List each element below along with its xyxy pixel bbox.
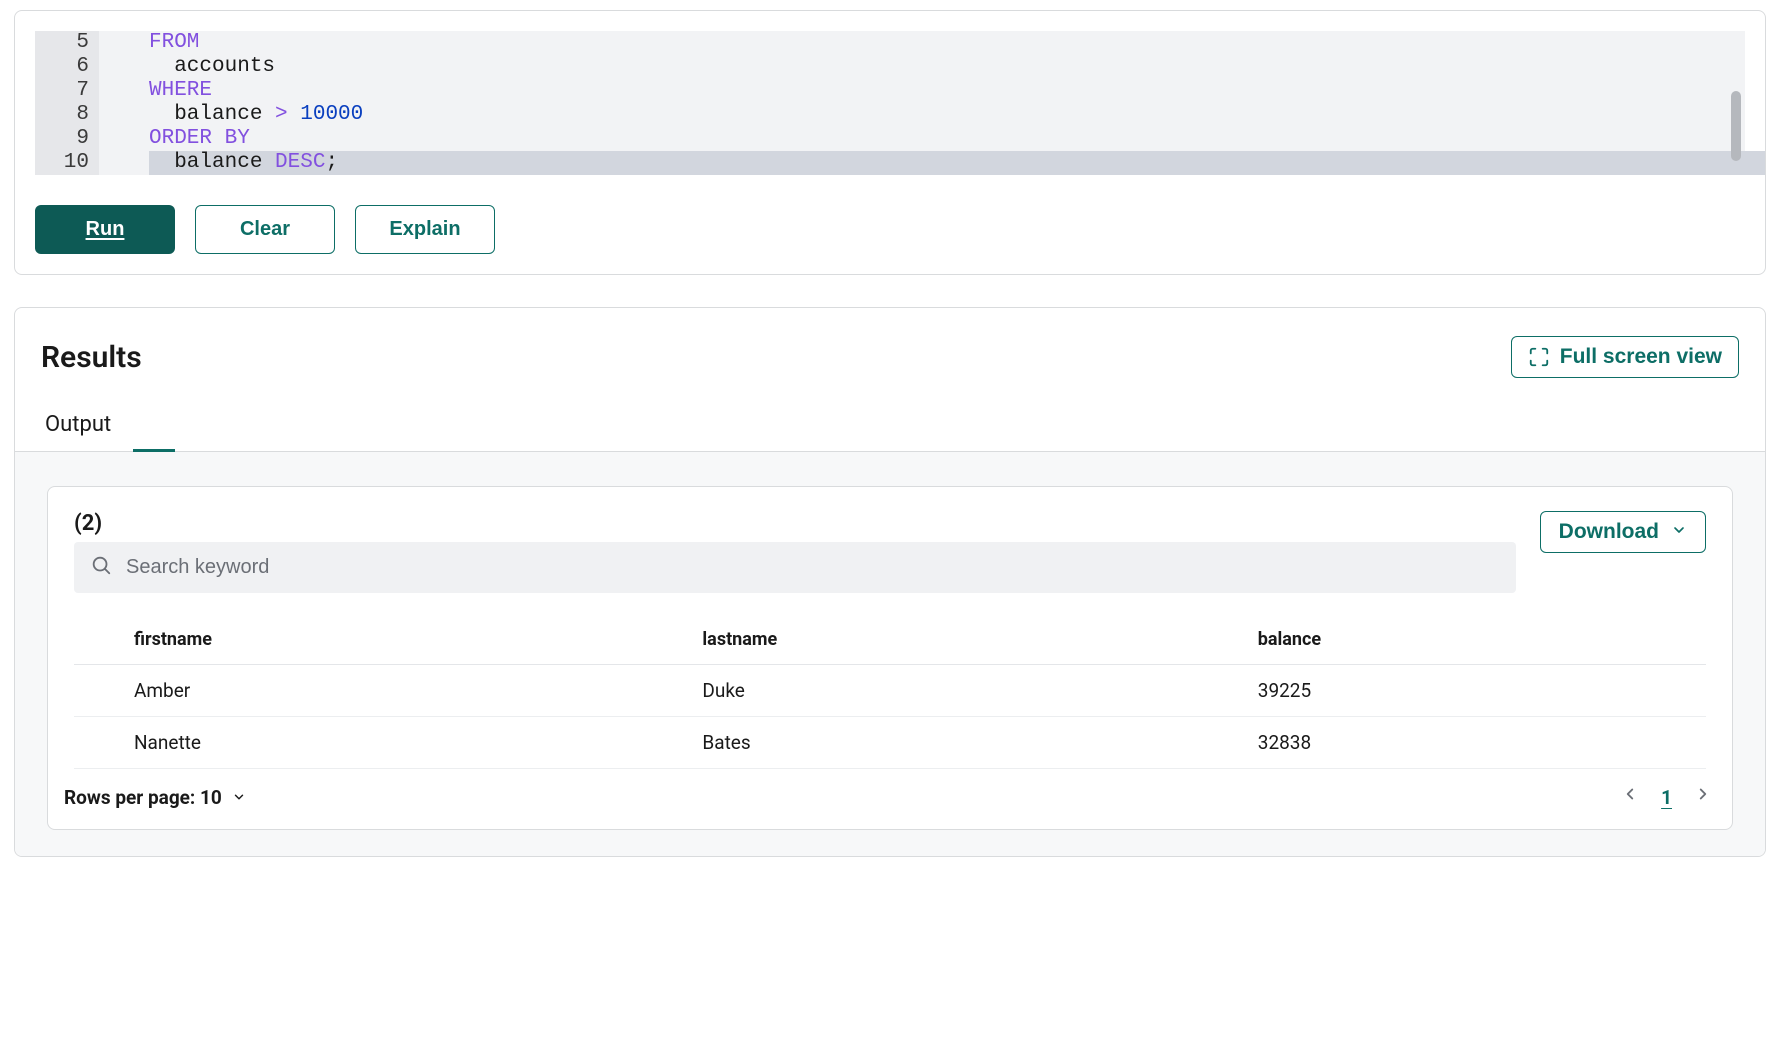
results-panel: Results Full screen view Output (2) [14,307,1766,857]
code-lines: FROM accountsWHERE balance > 10000ORDER … [99,31,1745,175]
column-header[interactable]: firstname [74,615,642,665]
table-body: AmberDuke39225NanetteBates32838 [74,665,1706,769]
code-line: ORDER BY [149,127,1745,151]
editor-button-row: Run Clear Explain [15,175,1765,254]
current-page[interactable]: 1 [1661,786,1672,809]
table-cell: Amber [74,665,642,717]
line-number: 5 [35,31,89,55]
table-header-row: firstnamelastnamebalance [74,615,1706,665]
fullscreen-label: Full screen view [1560,345,1722,369]
results-title: Results [41,340,142,375]
search-input[interactable] [126,556,1500,579]
code-line: WHERE [149,79,1745,103]
results-table: firstnamelastnamebalance AmberDuke39225N… [74,615,1706,769]
table-cell: Bates [642,717,1197,769]
result-top-row: (2) Download [74,511,1706,593]
table-row[interactable]: NanetteBates32838 [74,717,1706,769]
table-footer: Rows per page: 10 [58,769,1722,829]
table-cell: Duke [642,665,1197,717]
search-icon [90,554,112,581]
code-line: balance > 10000 [149,103,1745,127]
code-editor[interactable]: 5678910 FROM accountsWHERE balance > 100… [35,31,1745,175]
run-button[interactable]: Run [35,205,175,254]
next-page-button[interactable] [1690,783,1716,811]
result-card: (2) Download [47,486,1733,830]
chevron-right-icon [1694,785,1712,809]
rows-per-page-label: Rows per page: 10 [64,786,222,809]
table-cell: Nanette [74,717,642,769]
query-editor-panel: 5678910 FROM accountsWHERE balance > 100… [14,10,1766,275]
tab-output[interactable]: Output [41,400,115,451]
line-number: 6 [35,55,89,79]
table-cell: 32838 [1198,717,1706,769]
results-header: Results Full screen view [15,308,1765,378]
chevron-down-icon [232,786,246,809]
download-label: Download [1559,520,1659,544]
rows-per-page-selector[interactable]: Rows per page: 10 [64,786,246,809]
code-line: accounts [149,55,1745,79]
line-number: 7 [35,79,89,103]
search-box [74,542,1516,593]
fullscreen-icon [1528,346,1550,368]
download-button[interactable]: Download [1540,511,1706,553]
line-number-gutter: 5678910 [35,31,99,175]
clear-button[interactable]: Clear [195,205,335,254]
line-number: 9 [35,127,89,151]
output-body: (2) Download [15,452,1765,856]
column-header[interactable]: lastname [642,615,1197,665]
code-line: balance DESC; [149,151,1766,175]
fullscreen-button[interactable]: Full screen view [1511,336,1739,378]
line-number: 8 [35,103,89,127]
table-row[interactable]: AmberDuke39225 [74,665,1706,717]
column-header[interactable]: balance [1198,615,1706,665]
prev-page-button[interactable] [1617,783,1643,811]
results-tabs: Output [15,400,1765,452]
code-line: FROM [149,31,1745,55]
pagination: 1 [1617,783,1716,811]
table-cell: 39225 [1198,665,1706,717]
explain-button[interactable]: Explain [355,205,495,254]
chevron-left-icon [1621,785,1639,809]
chevron-down-icon [1671,520,1687,544]
editor-scrollbar-thumb[interactable] [1731,91,1741,161]
line-number: 10 [35,151,89,175]
result-count: (2) [74,511,1516,536]
